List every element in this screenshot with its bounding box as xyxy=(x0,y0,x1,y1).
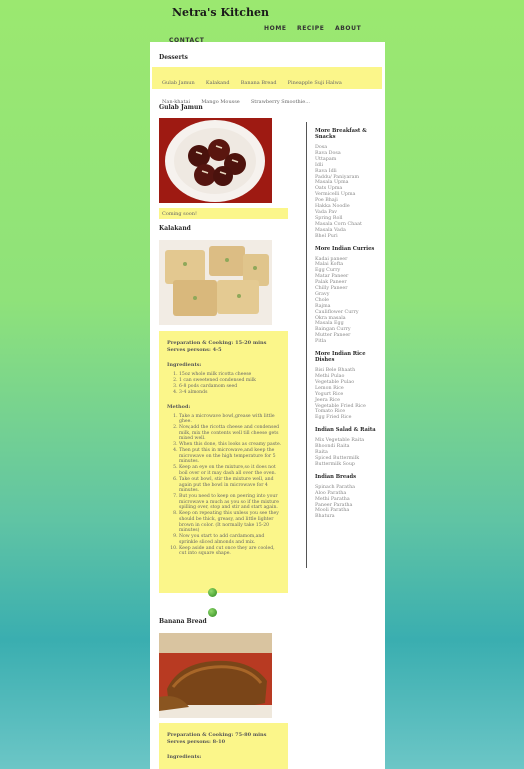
sidebar-heading: Indian Salad & Raita xyxy=(315,427,376,434)
category-tags: Gulab Jamun Kalakand Banana Bread Pineap… xyxy=(152,67,382,105)
sidebar-list: Bisi Bele Bhaath Methi Pulao Vegetable P… xyxy=(315,368,381,421)
banana-bread-image xyxy=(159,633,272,718)
sidebar-link[interactable]: Pitla xyxy=(315,339,381,345)
list-item: Take out bowl, stir the mixture well, an… xyxy=(179,477,282,494)
list-item: But you need to keep on peering into you… xyxy=(179,494,282,511)
green-button[interactable] xyxy=(208,608,217,617)
serves: Serves persons: 8-10 xyxy=(167,739,226,745)
method-list: Take a microwave bowl,grease with little… xyxy=(167,414,282,557)
sidebar-link[interactable]: Bhatura xyxy=(315,514,381,520)
kalakand-image xyxy=(159,240,272,325)
ingredients-label: Ingredients: xyxy=(167,754,202,760)
list-item: Then put this in microwave,and keep the … xyxy=(179,448,282,465)
method-label: Method: xyxy=(167,403,191,410)
sidebar: More Breakfast & Snacks Dosa Rava Dosa U… xyxy=(315,128,381,526)
content-panel: Desserts Gulab Jamun Kalakand Banana Bre… xyxy=(150,42,385,769)
list-item: Keep aside and cut once they are cooled,… xyxy=(179,546,282,557)
recipe-title-gulab-jamun: Gulab Jamun xyxy=(159,104,203,111)
gulab-jamun-image xyxy=(159,118,272,203)
sidebar-divider xyxy=(306,122,307,568)
tag-link[interactable]: Mango Mousse xyxy=(201,98,240,106)
tag-link[interactable]: Pineapple Suji Halwa xyxy=(288,79,342,87)
banana-bread-recipe-box: Preparation & Cooking: 75-80 mins Serves… xyxy=(159,723,288,769)
serves: Serves persons: 4-5 xyxy=(167,347,222,353)
ingredients-list: 15oz whole milk ricotta cheese 1 can swe… xyxy=(167,372,282,396)
green-button[interactable] xyxy=(208,588,217,597)
list-item: Keep on repeating this unless you see th… xyxy=(179,511,282,533)
nav-about[interactable]: ABOUT xyxy=(335,25,361,32)
sidebar-list: Kadai paneer Malai Kofta Egg Curry Matar… xyxy=(315,257,381,346)
sidebar-list: Spinach Paratha Aloo Paratha Methi Parat… xyxy=(315,485,381,520)
sidebar-link[interactable]: Buttermilk Soup xyxy=(315,462,381,468)
sidebar-heading: More Breakfast & Snacks xyxy=(315,128,367,140)
coming-soon-note: Coming soon! xyxy=(159,208,288,219)
sidebar-link[interactable]: Bhel Puri xyxy=(315,234,381,240)
list-item: Take a microwave bowl,grease with little… xyxy=(179,414,282,425)
ingredients-label: Ingredients: xyxy=(167,362,202,368)
prep-time: Preparation & Cooking: 15-20 mins xyxy=(167,340,267,346)
nav-home[interactable]: HOME xyxy=(264,25,287,32)
list-item: 6-8 pods cardamom seed xyxy=(179,384,282,390)
sidebar-list: Mix Vegetable Raita Bhoondi Raita Raita … xyxy=(315,438,381,468)
sidebar-heading: More Indian Rice Dishes xyxy=(315,351,366,364)
recipe-title-kalakand: Kalakand xyxy=(159,225,191,232)
kalakand-recipe-box: Preparation & Cooking: 15-20 mins Serves… xyxy=(159,331,288,593)
category-title: Desserts xyxy=(159,54,188,61)
list-item: 15oz whole milk ricotta cheese xyxy=(179,372,282,378)
tag-link[interactable]: Kalakand xyxy=(206,79,230,87)
list-item: Keep an eye on the mixture,so it does no… xyxy=(179,465,282,476)
recipe-title-banana-bread: Banana Bread xyxy=(159,618,207,625)
sidebar-heading: More Indian Curries xyxy=(315,245,375,252)
list-item: 3-4 almonds xyxy=(179,390,282,396)
sidebar-link[interactable]: Egg Fried Rice xyxy=(315,415,381,421)
nav-recipe[interactable]: RECIPE xyxy=(297,25,324,32)
list-item: Now you start to add cardamom,and sprink… xyxy=(179,534,282,545)
sidebar-heading: Indian Breads xyxy=(315,473,357,480)
tag-link[interactable]: Banana Bread xyxy=(241,79,277,87)
tag-link[interactable]: Gulab Jamun xyxy=(162,79,195,87)
site-title[interactable]: Netra's Kitchen xyxy=(172,6,269,19)
list-item: 1 can sweetened condensed milk xyxy=(179,378,282,384)
prep-time: Preparation & Cooking: 75-80 mins xyxy=(167,732,267,738)
tag-link[interactable]: Strawberry Smoothie... xyxy=(251,98,310,106)
list-item: Now,add the ricotta cheese and condensed… xyxy=(179,425,282,442)
sidebar-list: Dosa Rava Dosa Uttapam Idli Rava Idli Pa… xyxy=(315,145,381,240)
